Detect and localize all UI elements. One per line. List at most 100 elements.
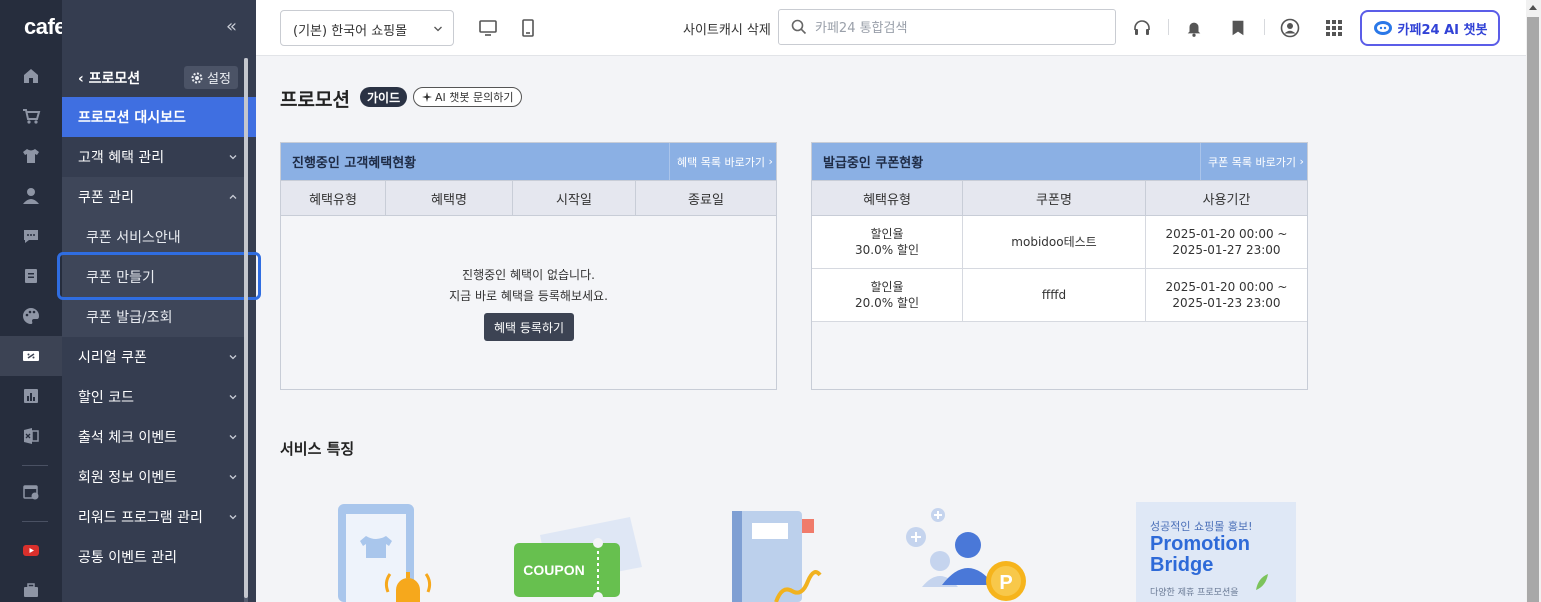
rail-divider [22,521,48,522]
empty-message-line: 지금 바로 혜택을 등록해보세요. [449,289,608,303]
site-cache-delete-link[interactable]: 사이트캐시 삭제 [683,19,771,38]
coupon-list-link[interactable]: 쿠폰 목록 바로가기 › [1200,143,1308,180]
cell-text: 2025-01-23 23:00 [1172,296,1281,310]
shop-select-value: (기본) 한국어 쇼핑몰 [293,24,408,39]
shirt-icon[interactable] [0,136,62,176]
desktop-icon[interactable] [476,16,500,40]
sparkle-icon [422,92,432,102]
coupon-list-link-label: 쿠폰 목록 바로가기 [1208,155,1296,169]
app-store-icon[interactable] [0,472,62,512]
chevron-right-icon: › [1295,155,1304,168]
menu-item-label: 리워드 프로그램 관리 [78,510,203,526]
menu-item-reward-program[interactable]: 리워드 프로그램 관리 [62,497,244,537]
chevron-down-icon [229,155,237,160]
membership-point-illustration: P [906,508,1026,601]
integrated-search [778,9,1116,45]
menu-item-label: 고객 혜택 관리 [78,150,165,166]
column-header: 시작일 [513,181,636,215]
table-row[interactable]: 할인율 30.0% 할인 mobidoo테스트 2025-01-20 00:00… [812,216,1307,269]
bridge-title-line: Promotion [1150,533,1250,555]
menu-item-member-info-event[interactable]: 회원 정보 이벤트 [62,457,244,497]
scroll-up-arrow-icon[interactable] [1529,5,1537,10]
menu-settings-label: 설정 [207,72,231,87]
home-icon[interactable] [0,56,62,96]
ai-chatbot-label: 카페24 AI 챗봇 [1397,22,1488,38]
bridge-caption: 성공적인 쇼핑몰 홍보! [1150,520,1253,533]
mobile-icon[interactable] [516,16,540,40]
focus-highlight [57,252,261,300]
apps-grid-icon[interactable] [1322,16,1346,40]
table-header: 혜택유형 쿠폰명 사용기간 [812,180,1307,216]
header-divider [1168,19,1169,35]
menu-item-customer-benefits[interactable]: 고객 혜택 관리 [62,137,244,177]
palette-icon[interactable] [0,296,62,336]
search-input[interactable] [815,18,1105,38]
bridge-title-line: Bridge [1150,554,1214,576]
collapse-menu-button[interactable]: « [226,16,237,37]
cell-text: 2025-01-27 23:00 [1172,243,1281,257]
headset-icon[interactable] [1130,16,1154,40]
column-header: 혜택유형 [812,181,963,215]
cell-text: 2025-01-20 00:00 ~ [1165,280,1288,294]
menu-scrollbar[interactable] [244,58,248,598]
cell-text: 할인율 [870,227,904,241]
menu-back-button[interactable]: ‹ 프로모션 [78,68,140,88]
empty-message-line: 진행중인 혜택이 없습니다. [462,268,595,282]
table-header: 혜택유형 혜택명 시작일 종료일 [281,180,776,216]
search-icon [791,19,807,35]
briefcase-icon[interactable] [0,570,62,602]
service-features-title: 서비스 특징 [280,440,355,458]
menu-item-attendance-event[interactable]: 출석 체크 이벤트 [62,417,244,457]
shop-select[interactable]: (기본) 한국어 쇼핑몰 [280,10,454,46]
bookmark-icon[interactable] [1226,16,1250,40]
menu-sub-issue-coupon[interactable]: 쿠폰 발급/조회 [62,297,244,337]
column-header: 종료일 [688,192,724,208]
menu-item-serial-coupon[interactable]: 시리얼 쿠폰 [62,337,244,377]
table-row[interactable]: 할인율 20.0% 할인 ffffd 2025-01-20 00:00 ~ 20… [812,269,1307,322]
chat-icon[interactable] [0,216,62,256]
bell-icon[interactable] [1182,16,1206,40]
header-divider [1264,19,1265,35]
notebook-illustration [732,511,822,602]
menu-item-label: 시리얼 쿠폰 [78,350,147,366]
guide-badge[interactable]: 가이드 [360,87,408,107]
ai-chatbot-button[interactable]: 카페24 AI 챗봇 [1360,10,1500,46]
chevron-down-icon [229,475,237,480]
cart-icon[interactable] [0,96,62,136]
cell-text: 2025-01-20 00:00 ~ [1165,227,1288,241]
youtube-icon[interactable] [0,530,62,570]
promotion-icon[interactable] [0,336,62,376]
benefit-status-panel: 진행중인 고객혜택현황 혜택 목록 바로가기 › 혜택유형 혜택명 시작일 종료… [280,142,777,390]
chevron-left-icon: ‹ [78,71,89,87]
coupon-type-cell: 할인율 20.0% 할인 [812,269,963,321]
chart-icon[interactable] [0,376,62,416]
register-benefit-button[interactable]: 혜택 등록하기 [484,313,574,341]
coupon-period-cell: 2025-01-20 00:00 ~ 2025-01-23 23:00 [1146,269,1307,321]
gear-icon [191,72,203,83]
empty-message: 진행중인 혜택이 없습니다. 지금 바로 혜택을 등록해보세요. [281,265,776,307]
benefit-list-link[interactable]: 혜택 목록 바로가기 › [669,143,777,180]
column-header: 혜택명 [386,181,513,215]
coupon-name-cell: ffffd [963,269,1146,321]
rail-divider [22,465,48,466]
excel-icon[interactable] [0,416,62,456]
chatbot-icon [1373,21,1392,35]
chevron-down-icon [434,26,442,32]
menu-item-common-event[interactable]: 공통 이벤트 관리 [62,537,244,577]
menu-sub-coupon-service-guide[interactable]: 쿠폰 서비스안내 [62,217,244,257]
menu-header: ‹ 프로모션 설정 [62,60,244,96]
chevron-up-icon [229,194,237,199]
profile-icon[interactable] [1278,16,1302,40]
promotion-bridge-card[interactable]: 성공적인 쇼핑몰 홍보! Promotion Bridge 다양한 제휴 프로모… [1136,502,1296,602]
menu-item-label: 공통 이벤트 관리 [78,550,178,566]
page-scrollbar[interactable] [1527,17,1539,602]
menu-item-promotion-dashboard[interactable]: 프로모션 대시보드 [62,97,256,137]
menu-settings-button[interactable]: 설정 [184,66,238,89]
coupon-status-panel: 발급중인 쿠폰현황 쿠폰 목록 바로가기 › 혜택유형 쿠폰명 사용기간 할인율… [811,142,1308,390]
user-icon[interactable] [0,176,62,216]
menu-item-coupon-management[interactable]: 쿠폰 관리 [62,177,244,217]
chevron-right-icon: › [764,155,773,168]
ai-inquiry-button[interactable]: AI 챗봇 문의하기 [413,87,523,107]
menu-item-discount-code[interactable]: 할인 코드 [62,377,244,417]
board-icon[interactable] [0,256,62,296]
